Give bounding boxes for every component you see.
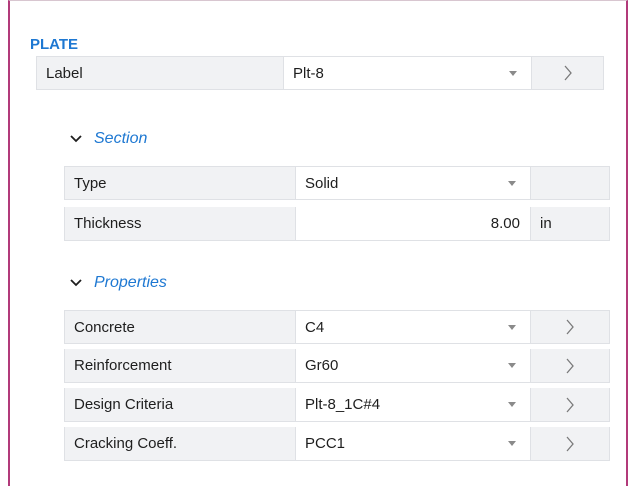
chevron-down-icon [509, 71, 517, 76]
properties-heading: Properties [94, 274, 167, 291]
label-dropdown[interactable]: Plt-8 [284, 56, 532, 90]
cracking-coeff-value: PCC1 [305, 435, 346, 452]
type-row: Type Solid [64, 166, 610, 200]
label-row: Label Plt-8 [36, 56, 604, 90]
reinforcement-label: Reinforcement [64, 349, 296, 383]
chevron-down-icon [508, 181, 516, 186]
label-value: Plt-8 [293, 64, 324, 82]
cracking-coeff-row: Cracking Coeff. PCC1 [64, 427, 610, 461]
reinforcement-dropdown[interactable]: Gr60 [296, 349, 531, 383]
cracking-coeff-dropdown[interactable]: PCC1 [296, 427, 531, 461]
reinforcement-row: Reinforcement Gr60 [64, 349, 610, 383]
collapse-chevron-icon [70, 135, 82, 143]
thickness-unit: in [531, 207, 610, 241]
chevron-down-icon [508, 441, 516, 446]
chevron-right-icon [566, 358, 574, 373]
chevron-down-icon [508, 363, 516, 368]
chevron-down-icon [508, 402, 516, 407]
concrete-value: C4 [305, 318, 325, 336]
cracking-coeff-label: Cracking Coeff. [64, 427, 296, 461]
plate-title: PLATE [30, 36, 79, 53]
label-name: Label [36, 56, 284, 90]
design-criteria-dropdown[interactable]: Plt-8_1C#4 [296, 388, 531, 422]
concrete-navigate-button[interactable] [531, 310, 610, 344]
section-heading: Section [94, 130, 148, 147]
design-criteria-value: Plt-8_1C#4 [305, 396, 381, 413]
chevron-right-icon [564, 65, 572, 81]
reinforcement-value: Gr60 [305, 357, 339, 374]
collapse-chevron-icon [70, 279, 82, 287]
chevron-right-icon [566, 397, 574, 412]
concrete-dropdown[interactable]: C4 [296, 310, 531, 344]
type-dropdown[interactable]: Solid [296, 166, 531, 200]
label-navigate-button[interactable] [532, 56, 604, 90]
section-header[interactable]: Section [70, 130, 147, 148]
thickness-input[interactable]: 8.00 [296, 207, 531, 241]
chevron-down-icon [508, 325, 516, 330]
thickness-row: Thickness 8.00 in [64, 207, 610, 241]
type-unit-cell [531, 166, 610, 200]
properties-header[interactable]: Properties [70, 274, 167, 292]
thickness-value: 8.00 [490, 215, 520, 232]
cracking-coeff-navigate-button[interactable] [531, 427, 610, 461]
design-criteria-label: Design Criteria [64, 388, 296, 422]
type-label: Type [64, 166, 296, 200]
design-criteria-row: Design Criteria Plt-8_1C#4 [64, 388, 610, 422]
type-value: Solid [305, 174, 339, 192]
concrete-label: Concrete [64, 310, 296, 344]
chevron-right-icon [566, 319, 574, 335]
design-criteria-navigate-button[interactable] [531, 388, 610, 422]
chevron-right-icon [566, 436, 574, 451]
reinforcement-navigate-button[interactable] [531, 349, 610, 383]
thickness-label: Thickness [64, 207, 296, 241]
concrete-row: Concrete C4 [64, 310, 610, 344]
